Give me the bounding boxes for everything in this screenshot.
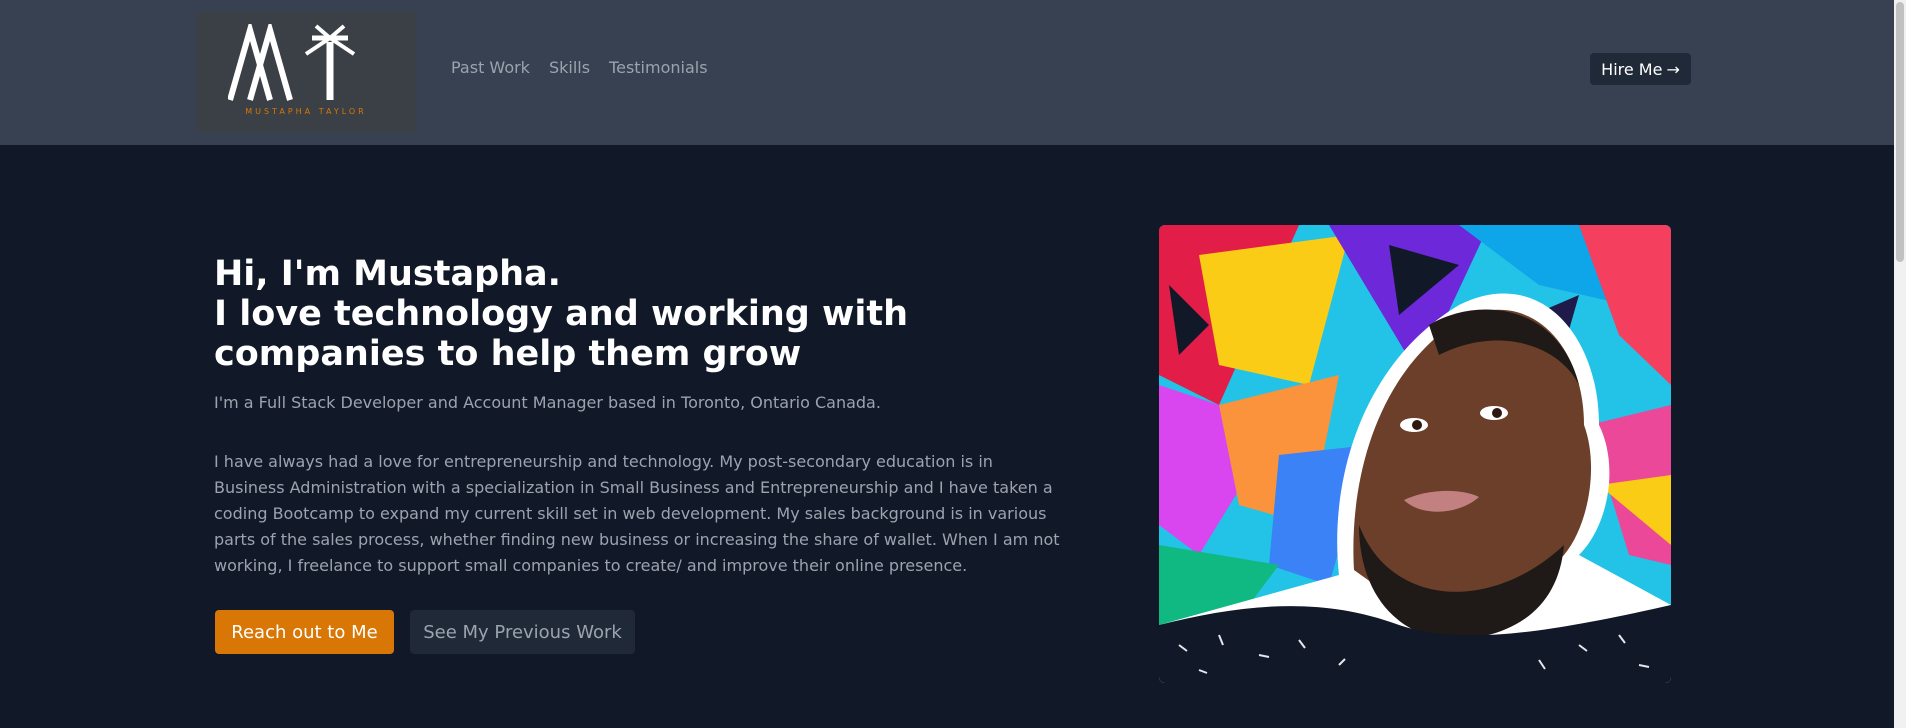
reach-out-button[interactable]: Reach out to Me — [215, 610, 394, 654]
hero-subtitle: I'm a Full Stack Developer and Account M… — [214, 393, 881, 412]
logo-name: MUSTAPHA TAYLOR — [245, 107, 367, 116]
hero-title-line1: Hi, I'm Mustapha. — [214, 254, 561, 294]
hire-me-label: Hire Me — [1601, 59, 1663, 79]
portrait-illustration — [1159, 225, 1671, 683]
page-scrollbar[interactable] — [1894, 0, 1906, 728]
previous-work-button[interactable]: See My Previous Work — [410, 610, 635, 654]
nav-link-past-work[interactable]: Past Work — [451, 58, 530, 77]
arrow-right-icon: → — [1666, 59, 1680, 79]
nav-link-skills[interactable]: Skills — [549, 58, 590, 77]
main-nav: Past Work Skills Testimonials — [451, 58, 708, 77]
hire-me-button[interactable]: Hire Me → — [1590, 53, 1691, 85]
logo[interactable]: MUSTAPHA TAYLOR — [196, 12, 416, 132]
hero-paragraph: I have always had a love for entrepreneu… — [214, 452, 1060, 575]
mt-monogram-icon — [228, 24, 356, 101]
nav-link-testimonials[interactable]: Testimonials — [609, 58, 708, 77]
site-header: MUSTAPHA TAYLOR Past Work Skills Testimo… — [0, 0, 1894, 145]
scrollbar-thumb[interactable] — [1896, 2, 1904, 262]
portrait-image — [1159, 225, 1671, 683]
hero-title-line2: I love technology and working with compa… — [214, 294, 909, 374]
hero-title: Hi, I'm Mustapha. I love technology and … — [214, 254, 1064, 374]
